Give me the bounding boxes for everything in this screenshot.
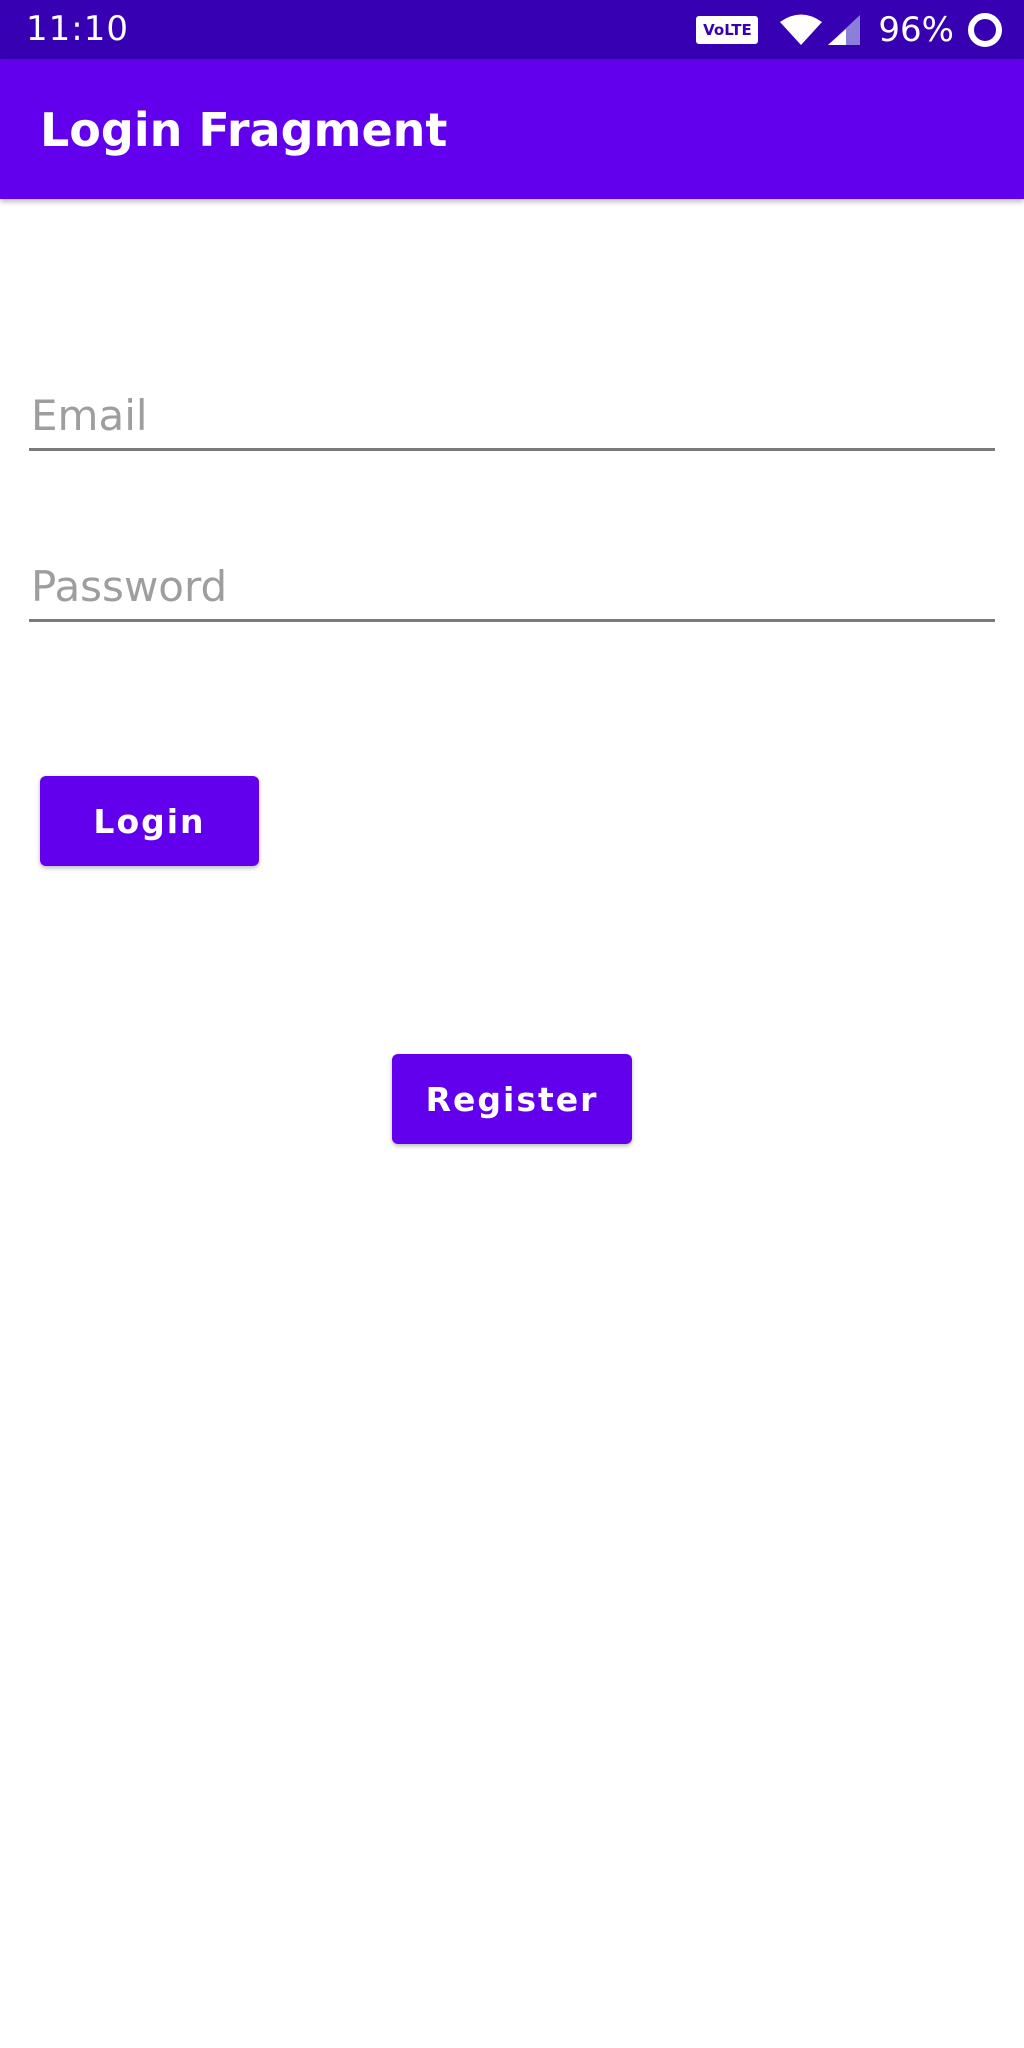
register-button[interactable]: Register — [392, 1054, 632, 1144]
email-field[interactable] — [29, 383, 995, 451]
login-button[interactable]: Login — [40, 776, 259, 866]
status-bar: 11:10 VoLTE 96% — [0, 0, 1024, 59]
volte-icon: VoLTE — [696, 16, 759, 44]
app-bar: Login Fragment — [0, 59, 1024, 199]
wifi-icon — [780, 14, 823, 45]
cell-signal-icon — [828, 15, 861, 45]
password-field[interactable] — [29, 554, 995, 622]
battery-ring-icon — [968, 13, 1002, 47]
status-time: 11:10 — [26, 9, 129, 49]
status-indicators: VoLTE 96% — [696, 8, 1004, 52]
page-title: Login Fragment — [40, 103, 448, 157]
battery-percent: 96% — [878, 10, 954, 50]
login-screen: 11:10 VoLTE 96% Login Fragment Login Reg… — [0, 0, 1024, 2048]
